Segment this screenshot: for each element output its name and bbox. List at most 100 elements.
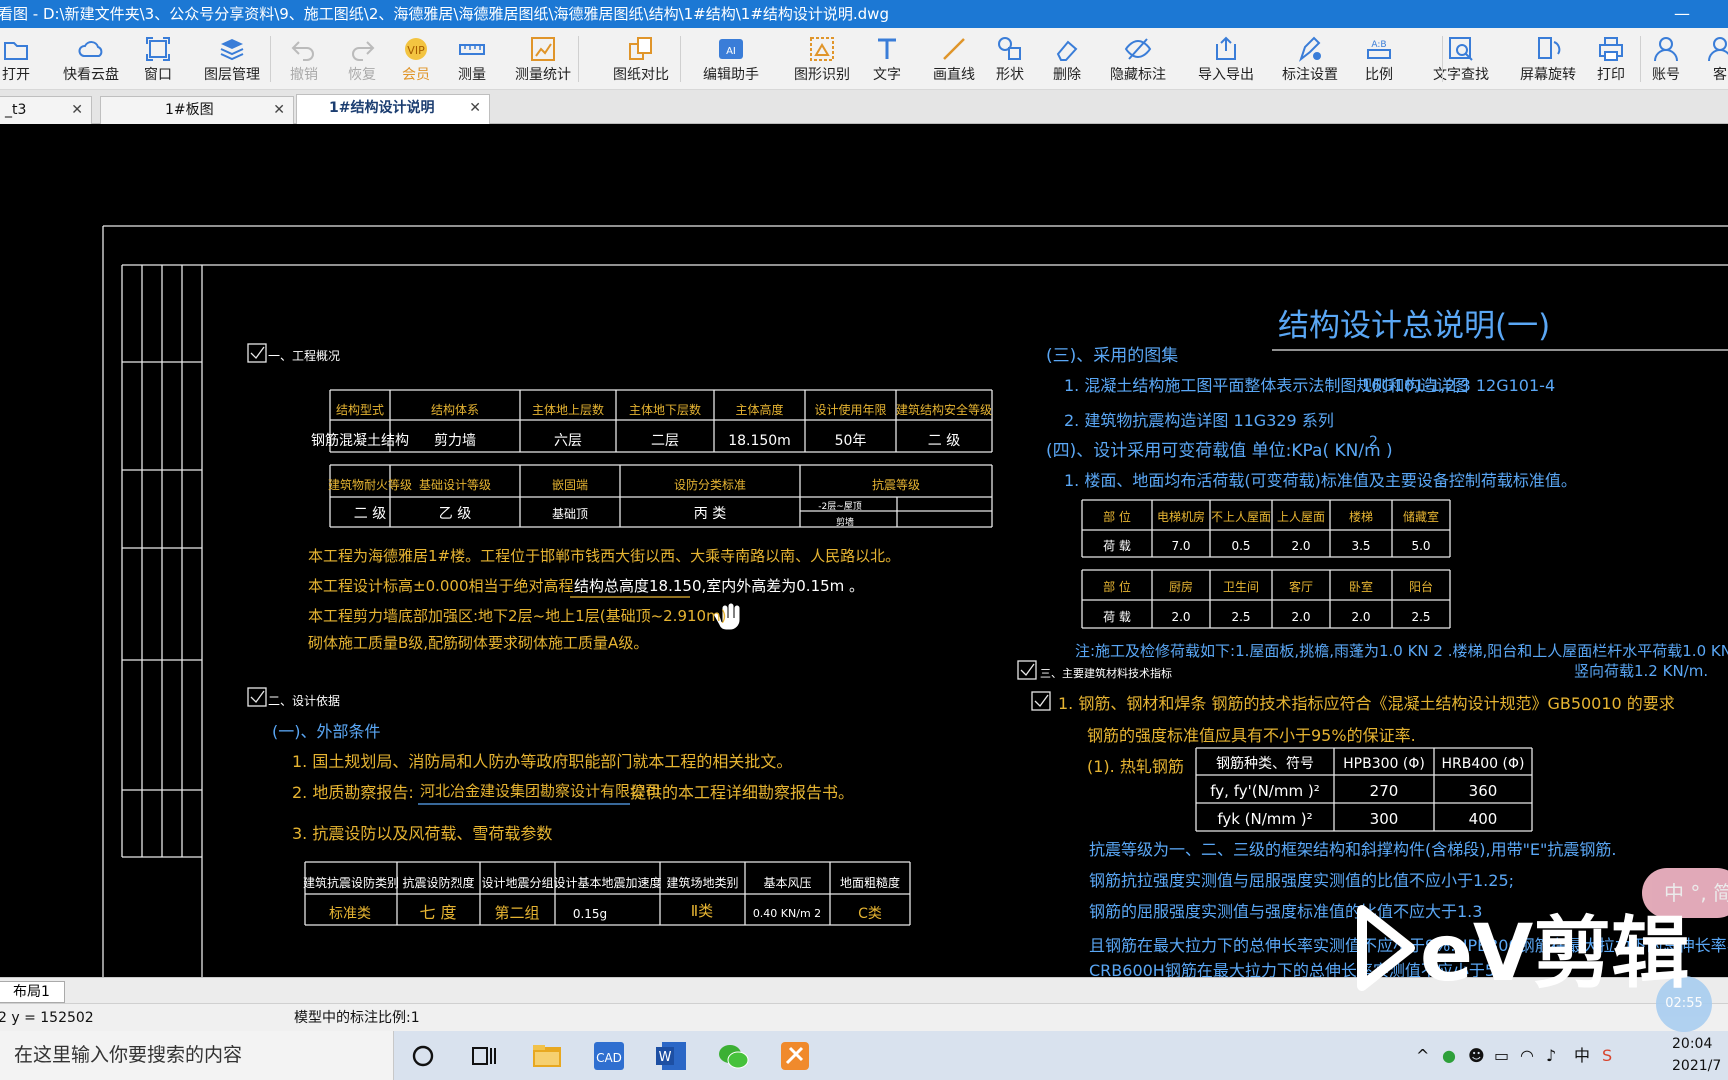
close-icon[interactable]: ✕ <box>469 95 481 121</box>
toolbar-button-shape[interactable]: 形状 <box>990 28 1030 90</box>
toolbar-button-label: 账号 <box>1652 67 1680 83</box>
project-description: 本工程为海德雅居1#楼。工程位于邯郸市钱西大街以西、大乘寺南路以南、人民路以北。 <box>308 547 900 565</box>
table-header: 主体地下层数 <box>629 402 701 417</box>
toolbar-button-label: 打开 <box>2 67 30 83</box>
tab-structural-design-notes[interactable]: 1#结构设计说明 ✕ <box>296 94 490 124</box>
file-explorer-icon[interactable] <box>530 1039 564 1073</box>
toolbar-button-annotation-settings[interactable]: 标注设置 <box>1274 28 1346 90</box>
tray-ime-indicator[interactable]: 中 <box>1574 1031 1590 1080</box>
word-icon[interactable]: W <box>654 1039 688 1073</box>
toolbar-button-label: 文字查找 <box>1433 67 1489 83</box>
toolbar-button-text[interactable]: 文字 <box>867 28 907 90</box>
toolbar-button-hide-annotation[interactable]: 隐藏标注 <box>1110 28 1166 90</box>
project-description: 本工程剪力墙底部加强区:地下2层~地上1层(基础顶~2.910m) <box>308 607 727 625</box>
table-cell: 0.40 KN/m 2 <box>753 907 821 920</box>
toolbar-button-account[interactable]: 账号 <box>1646 28 1686 90</box>
table-header: 地面粗糙度 <box>840 875 900 890</box>
table-header: 客厅 <box>1289 579 1313 594</box>
toolbar-button-import-export[interactable]: 导入导出 <box>1190 28 1262 90</box>
toolbar-button-window[interactable]: 窗口 <box>138 28 178 90</box>
table-cell: 二层 <box>651 433 679 449</box>
toolbar-button-measure-stats[interactable]: 测量统计 <box>508 28 578 90</box>
close-icon[interactable]: ✕ <box>71 97 83 123</box>
table-header: 不上人屋面 <box>1211 510 1271 524</box>
table-header: 抗震等级 <box>872 477 920 492</box>
toolbar-button-label: 客 <box>1713 67 1727 83</box>
table-header: 储藏室 <box>1403 509 1439 524</box>
tab-t3[interactable]: _t3 ✕ <box>0 96 92 124</box>
tray-volume-icon[interactable]: ♪ <box>1546 1031 1556 1080</box>
table-cell: fyk (N/mm )² <box>1217 810 1312 828</box>
table-cell: 二 级 <box>928 433 960 449</box>
taskbar-search-input[interactable]: 在这里输入你要搜索的内容 <box>0 1031 394 1080</box>
toolbar-button-ruler[interactable]: 测量 <box>452 28 492 90</box>
cad-viewer-icon[interactable]: CAD <box>592 1039 626 1073</box>
table-header: 设防分类标准 <box>674 477 746 492</box>
toolbar-button-layers[interactable]: 图层管理 <box>196 28 268 90</box>
table-header: 建筑物耐火等级 <box>328 477 412 492</box>
section-heading: (四)、设计采用可变荷载值 单位:KPa( KN/m ) <box>1046 441 1393 461</box>
reference-item: 2. 建筑物抗震构造详图 11G329 系列 <box>1064 411 1334 430</box>
task-view-icon[interactable] <box>466 1039 500 1073</box>
toolbar-button-print[interactable]: 打印 <box>1591 28 1631 90</box>
tab-board-drawing[interactable]: 1#板图 ✕ <box>100 96 294 124</box>
toolbar-button-cloud[interactable]: 快看云盘 <box>55 28 127 90</box>
shape-recognize-icon <box>810 37 834 61</box>
tray-qq-icon[interactable]: ☻ <box>1468 1031 1485 1080</box>
toolbar-button-eraser[interactable]: 删除 <box>1047 28 1087 90</box>
table-header: HPB300 (Φ) <box>1343 756 1425 772</box>
toolbar-button-edit-assistant[interactable]: AI 编辑助手 <box>694 28 768 90</box>
table-cell: 2.5 <box>1231 610 1250 624</box>
drawing-title: 结构设计总说明(一) <box>1278 308 1550 344</box>
table-cell: 7.0 <box>1171 539 1190 553</box>
clock-date: 2021/7 <box>1672 1058 1722 1074</box>
table-cell: 六层 <box>554 433 582 449</box>
tray-wechat-icon[interactable]: ● <box>1442 1031 1456 1080</box>
toolbar-button-label: 比例 <box>1365 67 1393 83</box>
table-header: 设计使用年限 <box>814 402 886 417</box>
toolbar-button-vip[interactable]: VIP 会员 <box>398 28 434 90</box>
toolbar-button-label: 删除 <box>1053 67 1081 83</box>
tray-chevron-icon[interactable]: ^ <box>1416 1031 1429 1080</box>
table-cell: 二 级 <box>354 506 386 522</box>
section-heading: 二、设计依据 <box>268 693 340 708</box>
cortana-icon[interactable] <box>406 1039 440 1073</box>
import-export-icon <box>1216 36 1236 60</box>
toolbar-button-scale[interactable]: A:B 比例 <box>1359 28 1399 90</box>
toolbar-button-folder[interactable]: 打开 <box>0 28 40 90</box>
service-icon <box>1708 37 1728 62</box>
table-header: 钢筋种类、符号 <box>1216 755 1314 772</box>
close-icon[interactable]: ✕ <box>273 97 285 123</box>
toolbar-button-undo[interactable]: 撤销 <box>286 28 322 90</box>
toolbar-button-line[interactable]: 画直线 <box>926 28 982 90</box>
layers-icon <box>220 39 244 61</box>
toolbar-button-label: 图层管理 <box>204 67 260 83</box>
layout-tab[interactable]: 布局1 <box>0 981 65 1003</box>
toolbar-button-rotate-screen[interactable]: 屏幕旋转 <box>1513 28 1583 90</box>
project-description: 砌体施工质量B级,配筋砌体要求砌体施工质量A级。 <box>308 634 648 652</box>
tray-network-icon[interactable]: ◠ <box>1520 1031 1534 1080</box>
toolbar-button-redo[interactable]: 恢复 <box>344 28 380 90</box>
toolbar-button-service[interactable]: 客 <box>1700 28 1728 90</box>
load-note: 注:施工及检修荷载如下:1.屋面板,挑檐,雨蓬为1.0 KN 2 .楼梯,阳台和… <box>1075 642 1728 660</box>
table-cell: 丙 类 <box>694 506 726 522</box>
toolbar-button-compare[interactable]: 图纸对比 <box>602 28 680 90</box>
toolbar-button-label: 快看云盘 <box>63 67 119 83</box>
table-cell: 剪力墙 <box>434 433 476 449</box>
drawing-canvas[interactable]: 结构设计总说明(一) 一、工程概况 结构型式 结构体系 主体地上层数 主体地下层数 主体高度… <box>0 125 1728 977</box>
wechat-icon[interactable] <box>716 1039 750 1073</box>
windows-taskbar: 在这里输入你要搜索的内容 CAD W ^ ● ☻ ▭ ◠ ♪ 中 S 20:04… <box>0 1031 1728 1080</box>
toolbar-button-text-search[interactable]: 文字查找 <box>1421 28 1501 90</box>
svg-text:W: W <box>659 1050 672 1065</box>
tray-battery-icon[interactable]: ▭ <box>1494 1031 1509 1080</box>
table-header: 厨房 <box>1169 579 1193 594</box>
tray-sogou-icon[interactable]: S <box>1602 1031 1612 1080</box>
table-header: 嵌固端 <box>552 478 588 492</box>
project-description: 本工程设计标高±0.000相当于绝对高程 <box>308 577 574 595</box>
minimize-button[interactable]: — <box>1674 0 1690 28</box>
app-icon[interactable] <box>778 1039 812 1073</box>
taskbar-clock[interactable]: 20:04 2021/7 <box>1672 1033 1721 1077</box>
toolbar-button-shape-recognize[interactable]: 图形识别 <box>785 28 859 90</box>
table-cell: 18.150m <box>728 433 791 449</box>
table-header: 部 位 <box>1103 509 1131 524</box>
